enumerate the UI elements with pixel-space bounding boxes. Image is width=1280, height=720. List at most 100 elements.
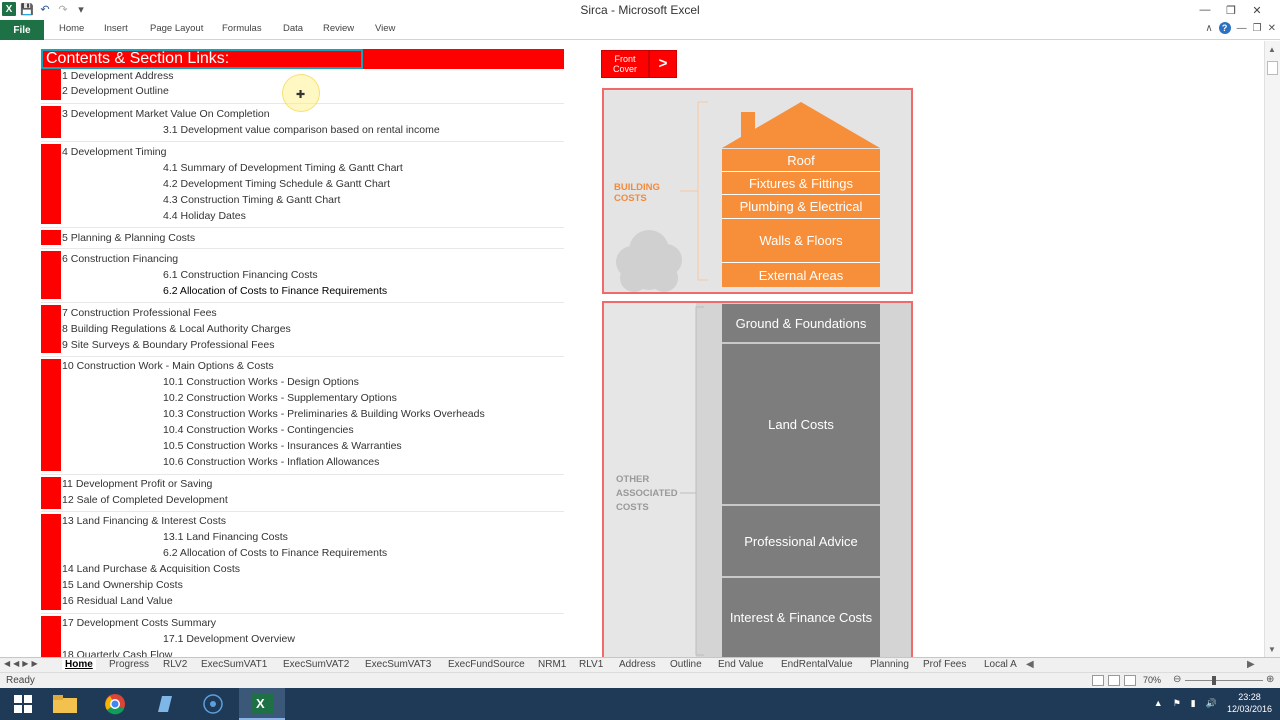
sheet-tab[interactable]: Address — [619, 659, 656, 670]
tab-file[interactable]: File — [0, 20, 44, 40]
minimize-icon[interactable]: — — [1192, 0, 1218, 20]
show-hidden-icons-icon[interactable]: ▲ — [1154, 698, 1163, 708]
link-value-comparison[interactable]: 3.1 Development value comparison based o… — [163, 124, 440, 136]
link-land-ownership[interactable]: 15 Land Ownership Costs — [62, 579, 183, 591]
workbook-close-icon[interactable]: ✕ — [1268, 23, 1276, 34]
undo-icon[interactable]: ↶ — [38, 2, 52, 16]
link-construction-timing[interactable]: 4.3 Construction Timing & Gantt Chart — [163, 194, 340, 206]
hscroll-right-icon[interactable]: ▶ — [1247, 659, 1255, 670]
link-construction-financing[interactable]: 6 Construction Financing — [62, 253, 178, 265]
link-profit-saving[interactable]: 11 Development Profit or Saving — [62, 478, 212, 490]
sheet-tab[interactable]: ExecSumVAT2 — [283, 659, 349, 670]
tab-scroll-left-icon[interactable]: ◀ — [1026, 659, 1034, 670]
page-layout-view-icon[interactable] — [1108, 675, 1120, 686]
file-explorer-app[interactable] — [42, 688, 88, 720]
link-inflation[interactable]: 10.6 Construction Works - Inflation Allo… — [163, 456, 379, 468]
tab-formulas[interactable]: Formulas — [222, 23, 262, 34]
next-button[interactable]: > — [649, 50, 677, 78]
notes-app[interactable] — [141, 688, 187, 720]
scroll-down-icon[interactable]: ▼ — [1268, 645, 1276, 654]
link-insurances[interactable]: 10.5 Construction Works - Insurances & W… — [163, 440, 402, 452]
zoom-in-icon[interactable]: ⊕ — [1266, 674, 1274, 685]
chrome-app[interactable] — [92, 688, 138, 720]
excel-app-icon[interactable]: X — [2, 2, 16, 16]
tab-data[interactable]: Data — [283, 23, 303, 34]
clock[interactable]: 23:28 12/03/2016 — [1227, 691, 1272, 715]
link-preliminaries[interactable]: 10.3 Construction Works - Preliminaries … — [163, 408, 485, 420]
close-icon[interactable]: ✕ — [1244, 0, 1270, 20]
link-land-purchase[interactable]: 14 Land Purchase & Acquisition Costs — [62, 563, 240, 575]
workbook-restore-icon[interactable]: ❐ — [1253, 23, 1262, 34]
link-land-financing[interactable]: 13 Land Financing & Interest Costs — [62, 515, 226, 527]
link-development-address[interactable]: 1 Development Address — [62, 70, 173, 82]
start-button[interactable] — [0, 688, 46, 720]
sheet-tab[interactable]: Local A — [984, 659, 1017, 670]
link-timing-summary[interactable]: 4.1 Summary of Development Timing & Gant… — [163, 162, 403, 174]
zoom-slider[interactable] — [1185, 676, 1263, 685]
workbook-minimize-icon[interactable]: — — [1237, 23, 1247, 34]
link-market-value[interactable]: 3 Development Market Value On Completion — [62, 108, 270, 120]
link-supplementary-options[interactable]: 10.2 Construction Works - Supplementary … — [163, 392, 397, 404]
normal-view-icon[interactable] — [1092, 675, 1104, 686]
link-development-overview[interactable]: 17.1 Development Overview — [163, 633, 295, 645]
link-costs-summary[interactable]: 17 Development Costs Summary — [62, 617, 216, 629]
excel-app[interactable]: X — [239, 688, 285, 720]
volume-icon[interactable]: 🔊 — [1206, 698, 1217, 709]
page-break-view-icon[interactable] — [1124, 675, 1136, 686]
sheet-tab[interactable]: ExecFundSource — [448, 659, 525, 670]
link-land-financing-costs[interactable]: 13.1 Land Financing Costs — [163, 531, 288, 543]
link-construction-financing-costs[interactable]: 6.1 Construction Financing Costs — [163, 269, 318, 281]
link-site-surveys[interactable]: 9 Site Surveys & Boundary Professional F… — [62, 339, 274, 351]
link-planning-costs[interactable]: 5 Planning & Planning Costs — [62, 232, 195, 244]
sheet-tab[interactable]: ExecSumVAT3 — [365, 659, 431, 670]
zoom-level[interactable]: 70% — [1143, 675, 1161, 685]
tab-home[interactable]: Home — [59, 23, 84, 34]
zoom-slider-knob[interactable] — [1212, 676, 1216, 685]
restore-icon[interactable]: ❐ — [1218, 0, 1244, 20]
tab-view[interactable]: View — [375, 23, 395, 34]
sheet-tab[interactable]: RLV2 — [163, 659, 187, 670]
front-cover-button[interactable]: Front Cover — [601, 50, 649, 78]
sheet-tab[interactable]: NRM1 — [538, 659, 566, 670]
action-center-flag-icon[interactable]: ⚑ — [1173, 698, 1181, 709]
sheet-tab[interactable]: Outline — [670, 659, 702, 670]
scroll-up-icon[interactable]: ▲ — [1268, 45, 1276, 54]
recorder-app[interactable] — [190, 688, 236, 720]
help-icon[interactable]: ? — [1218, 22, 1231, 34]
ribbon-collapse-icon[interactable]: ∧ — [1205, 23, 1212, 34]
battery-icon[interactable]: ▮ — [1191, 698, 1196, 709]
redo-icon[interactable]: ↷ — [56, 2, 70, 16]
link-timing-schedule[interactable]: 4.2 Development Timing Schedule & Gantt … — [163, 178, 390, 190]
link-construction-work[interactable]: 10 Construction Work - Main Options & Co… — [62, 360, 274, 372]
sheet-tab-home[interactable]: Home — [62, 659, 96, 670]
sheet-tab[interactable]: ExecSumVAT1 — [201, 659, 267, 670]
sheet-tab[interactable]: EndRentalValue — [781, 659, 853, 670]
sheet-tab[interactable]: End Value — [718, 659, 763, 670]
sheet-tab[interactable]: Prof Fees — [923, 659, 966, 670]
customize-qat-icon[interactable]: ▾ — [74, 2, 88, 16]
tab-insert[interactable]: Insert — [104, 23, 128, 34]
link-allocation-of-costs[interactable]: 6.2 Allocation of Costs to Finance Requi… — [163, 285, 387, 297]
link-sale-of-development[interactable]: 12 Sale of Completed Development — [62, 494, 228, 506]
link-professional-fees[interactable]: 7 Construction Professional Fees — [62, 307, 217, 319]
sheet-tab[interactable]: Planning — [870, 659, 909, 670]
zoom-out-icon[interactable]: ⊖ — [1173, 674, 1181, 685]
link-development-timing[interactable]: 4 Development Timing — [62, 146, 166, 158]
sheet-tab[interactable]: RLV1 — [579, 659, 603, 670]
worksheet[interactable]: Contents & Section Links: 1 Development … — [0, 41, 1264, 657]
link-residual-land-value[interactable]: 16 Residual Land Value — [62, 595, 173, 607]
sheet-tab[interactable]: Progress — [109, 659, 149, 670]
save-icon[interactable]: 💾 — [20, 2, 34, 16]
link-quarterly-cash-flow[interactable]: 18 Quarterly Cash Flow — [62, 649, 172, 657]
vertical-scrollbar[interactable]: ▲ ▼ — [1264, 41, 1280, 657]
link-development-outline[interactable]: 2 Development Outline — [62, 85, 169, 97]
tab-page-layout[interactable]: Page Layout — [150, 23, 203, 34]
scrollbar-thumb[interactable] — [1267, 61, 1278, 75]
link-holiday-dates[interactable]: 4.4 Holiday Dates — [163, 210, 246, 222]
tab-review[interactable]: Review — [323, 23, 354, 34]
link-contingencies[interactable]: 10.4 Construction Works - Contingencies — [163, 424, 354, 436]
link-design-options[interactable]: 10.1 Construction Works - Design Options — [163, 376, 359, 388]
contents-title-cell[interactable]: Contents & Section Links: — [41, 49, 363, 69]
link-building-regulations[interactable]: 8 Building Regulations & Local Authority… — [62, 323, 291, 335]
sheet-nav-arrows-icon[interactable]: ◀◀▶▶ — [4, 659, 41, 668]
